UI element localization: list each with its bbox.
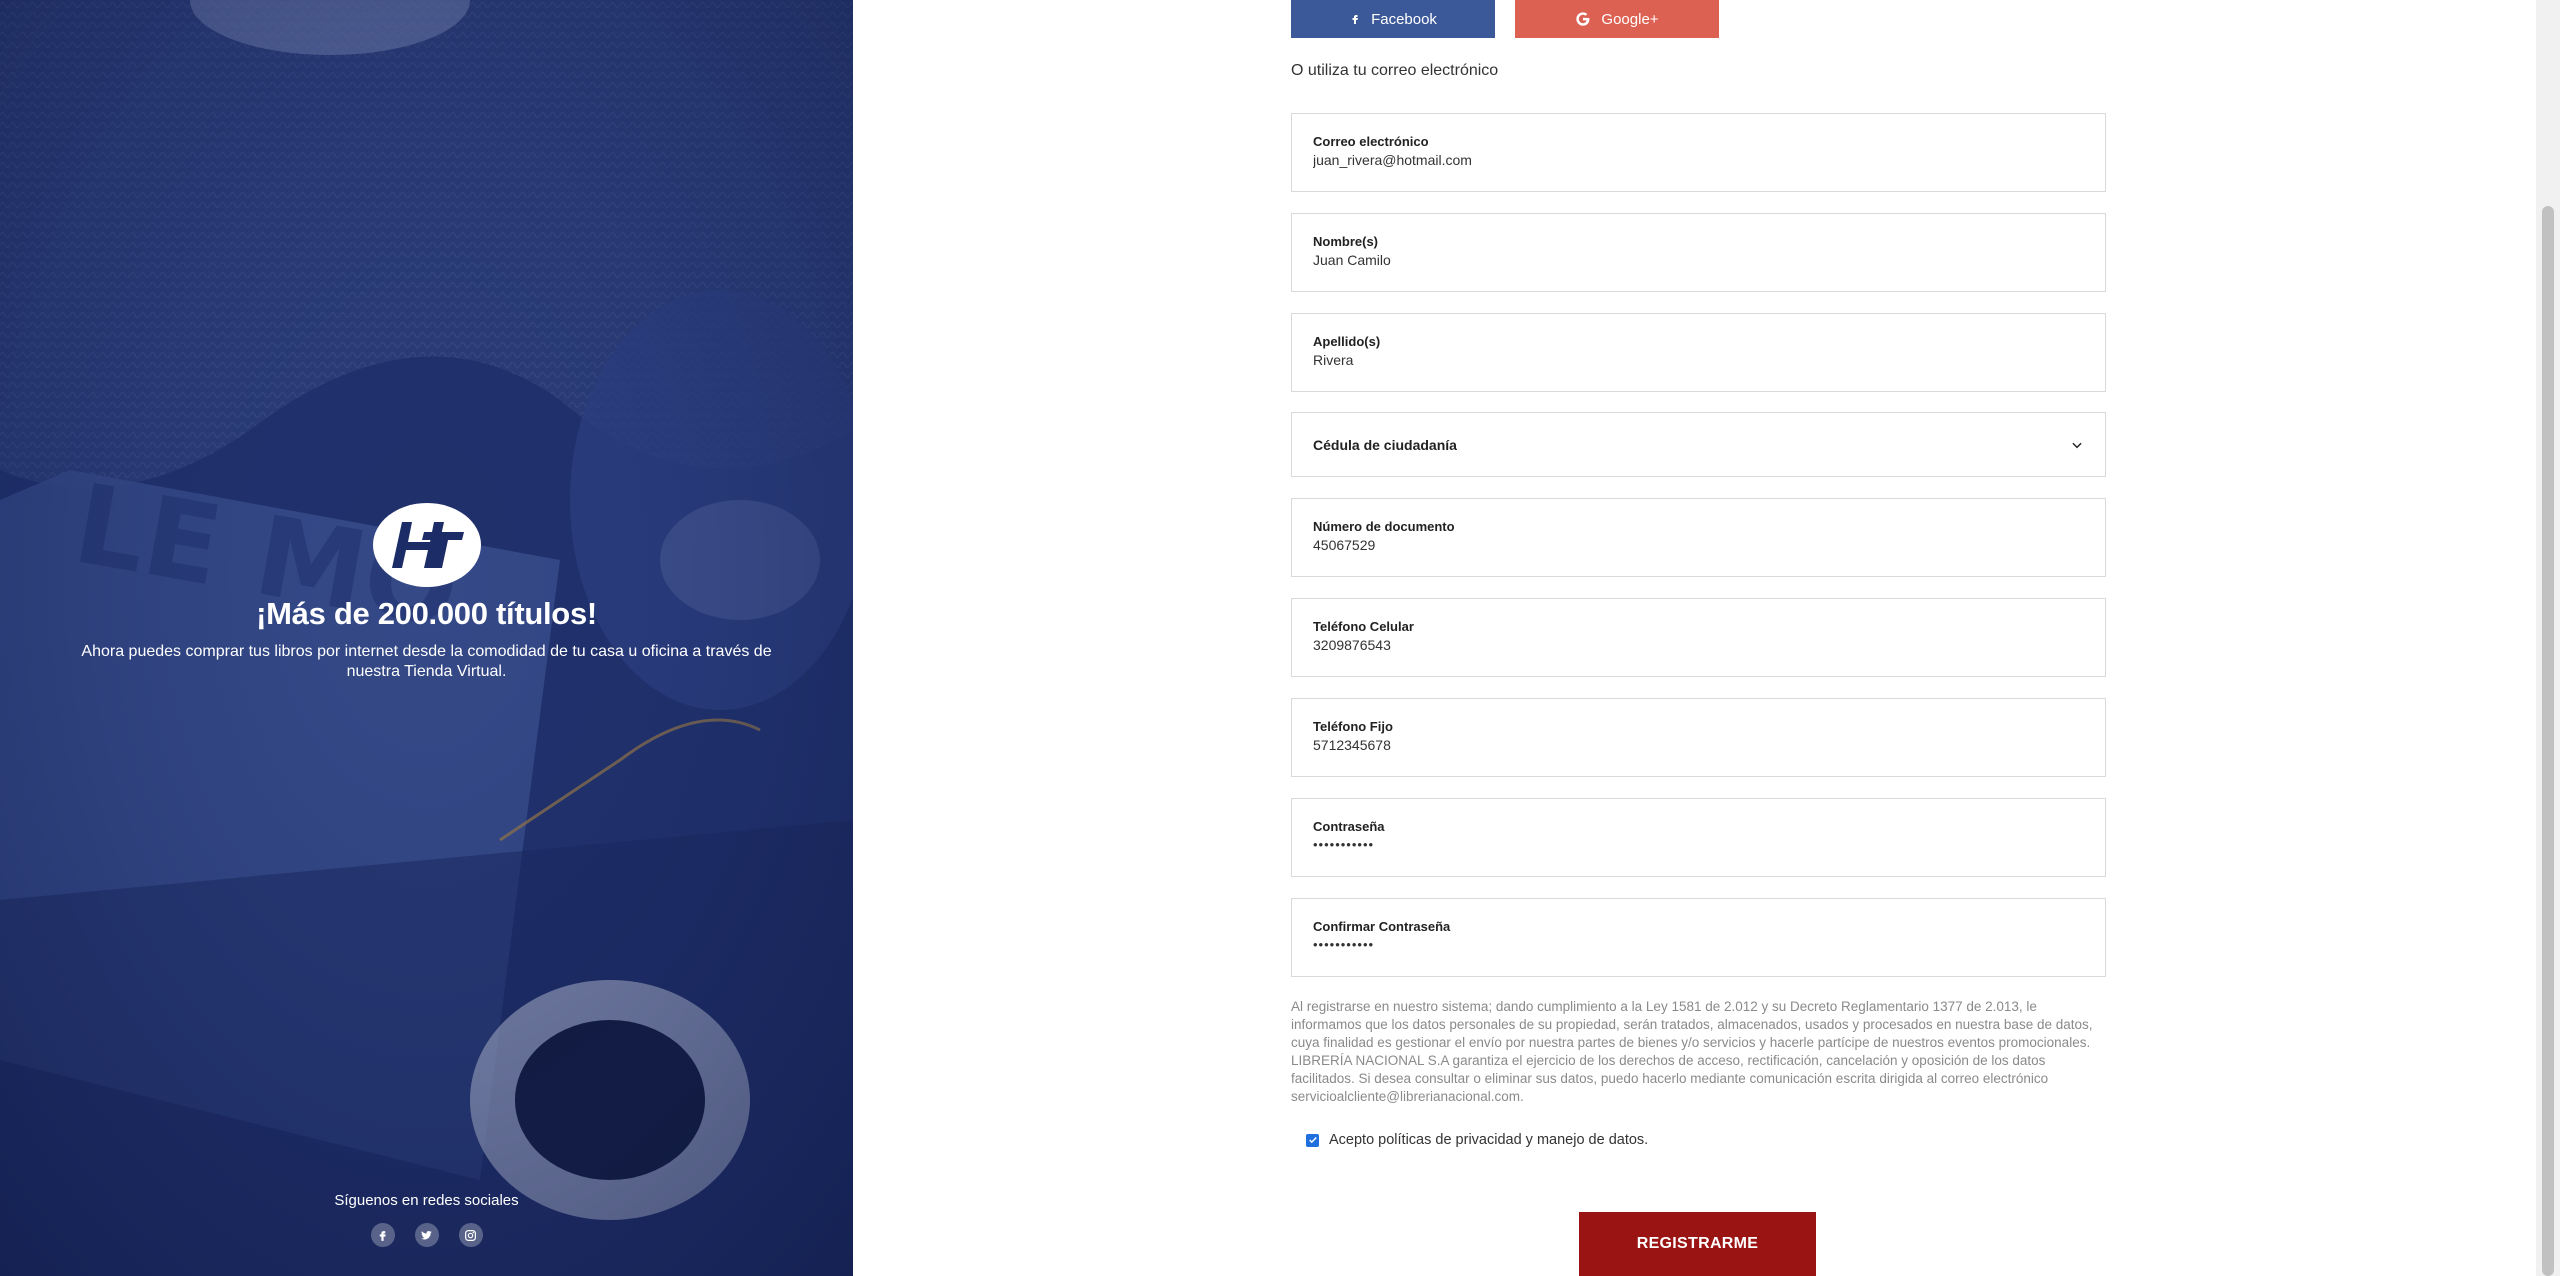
document-number-label: Número de documento: [1313, 519, 1455, 534]
social-icons: [0, 1223, 853, 1247]
landline-phone-field[interactable]: Teléfono Fijo: [1291, 698, 2106, 777]
mobile-phone-label: Teléfono Celular: [1313, 619, 1414, 634]
register-button[interactable]: REGISTRARME: [1579, 1212, 1816, 1276]
email-divider-text: O utiliza tu correo electrónico: [1291, 62, 1499, 79]
google-icon: [1576, 12, 1590, 26]
email-label: Correo electrónico: [1313, 134, 1429, 149]
last-name-field[interactable]: Apellido(s): [1291, 313, 2106, 392]
email-field[interactable]: Correo electrónico: [1291, 113, 2106, 192]
last-name-input[interactable]: [1313, 352, 2084, 368]
chevron-down-icon: [2072, 442, 2082, 448]
logo-icon: [372, 503, 481, 587]
document-type-select[interactable]: Cédula de ciudadanía: [1291, 412, 2106, 477]
password-input[interactable]: •••••••••••: [1313, 837, 2084, 852]
scrollbar-thumb[interactable]: [2542, 206, 2554, 1276]
google-login-button[interactable]: Google+: [1515, 0, 1719, 38]
password-field[interactable]: Contraseña •••••••••••: [1291, 798, 2106, 877]
facebook-login-button[interactable]: Facebook: [1291, 0, 1495, 38]
document-number-field[interactable]: Número de documento: [1291, 498, 2106, 577]
first-name-input[interactable]: [1313, 252, 2084, 268]
first-name-field[interactable]: Nombre(s): [1291, 213, 2106, 292]
confirm-password-input[interactable]: •••••••••••: [1313, 937, 2084, 952]
mobile-phone-input[interactable]: [1313, 637, 2084, 653]
hero: ¡Más de 200.000 títulos! Ahora puedes co…: [0, 502, 853, 682]
first-name-label: Nombre(s): [1313, 234, 1379, 249]
social-section: Síguenos en redes sociales: [0, 1192, 853, 1247]
landline-phone-label: Teléfono Fijo: [1313, 719, 1393, 734]
document-number-input[interactable]: [1313, 537, 2084, 553]
hero-title: ¡Más de 200.000 títulos!: [256, 596, 597, 631]
checkmark-icon: [1308, 1136, 1317, 1144]
privacy-consent[interactable]: Acepto políticas de privacidad y manejo …: [1306, 1132, 1648, 1148]
confirm-password-field[interactable]: Confirmar Contraseña •••••••••••: [1291, 898, 2106, 977]
last-name-label: Apellido(s): [1313, 334, 1381, 349]
left-panel: LE MO ¡Más de 200.000 títulos! Ahora pue…: [0, 0, 853, 1276]
facebook-icon: [1352, 15, 1359, 24]
mobile-phone-field[interactable]: Teléfono Celular: [1291, 598, 2106, 677]
twitter-icon[interactable]: [414, 1223, 439, 1247]
instagram-icon[interactable]: [458, 1223, 483, 1247]
email-input[interactable]: [1313, 152, 2084, 168]
landline-phone-input[interactable]: [1313, 737, 2084, 753]
document-type-value: Cédula de ciudadanía: [1313, 436, 1457, 453]
hero-description: Ahora puedes comprar tus libros por inte…: [81, 643, 772, 680]
social-label: Síguenos en redes sociales: [334, 1192, 519, 1209]
facebook-icon[interactable]: [370, 1223, 395, 1247]
register-form-panel: Facebook Google+ O utiliza tu correo ele…: [853, 0, 2536, 1276]
confirm-password-label: Confirmar Contraseña: [1313, 919, 1451, 934]
privacy-consent-label: Acepto políticas de privacidad y manejo …: [1329, 1132, 1649, 1148]
privacy-checkbox[interactable]: [1306, 1133, 1319, 1147]
password-label: Contraseña: [1313, 819, 1385, 834]
legal-notice: Al registrarse en nuestro sistema; dando…: [1291, 999, 2093, 1104]
google-login-label: Google+: [1601, 10, 1659, 28]
page-scrollbar[interactable]: [2536, 0, 2560, 1276]
facebook-login-label: Facebook: [1371, 10, 1437, 28]
